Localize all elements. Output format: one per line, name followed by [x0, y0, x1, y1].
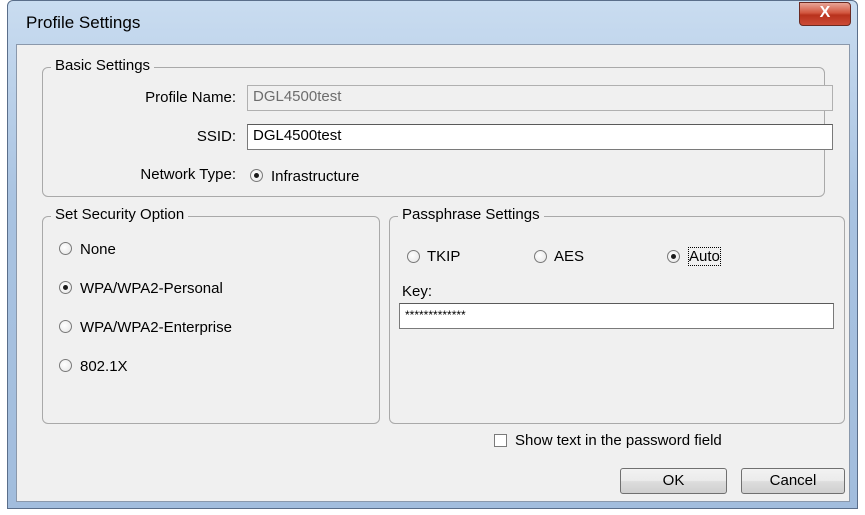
security-wpa-enterprise-radio[interactable]: [59, 320, 72, 333]
cipher-tkip-label: TKIP: [427, 248, 461, 265]
cipher-aes-radio[interactable]: [534, 250, 547, 263]
security-option-legend: Set Security Option: [51, 206, 189, 223]
security-wpa-enterprise-label: WPA/WPA2-Enterprise: [80, 319, 232, 336]
window-title: Profile Settings: [26, 13, 141, 32]
cancel-button[interactable]: Cancel: [741, 468, 845, 494]
profile-name-field: DGL4500test: [247, 85, 833, 111]
network-type-label: Network Type:: [140, 166, 236, 183]
security-8021x-radio[interactable]: [59, 359, 72, 372]
show-text-checkbox[interactable]: [494, 434, 507, 447]
basic-settings-legend: Basic Settings: [51, 57, 155, 74]
infrastructure-label: Infrastructure: [271, 168, 360, 185]
profile-name-label: Profile Name:: [145, 89, 236, 106]
infrastructure-radio[interactable]: [250, 169, 263, 182]
cipher-auto-radio[interactable]: [667, 250, 680, 263]
title-bar[interactable]: Profile Settings X: [8, 1, 857, 45]
key-label: Key:: [402, 283, 433, 300]
security-wpa-personal-label: WPA/WPA2-Personal: [80, 280, 223, 297]
ok-button[interactable]: OK: [620, 468, 727, 494]
ssid-label: SSID:: [196, 128, 236, 145]
security-none-label: None: [80, 241, 116, 258]
passphrase-settings-legend: Passphrase Settings: [398, 206, 544, 223]
cipher-aes-label: AES: [554, 248, 585, 265]
dialog-body: Basic Settings Profile Name: DGL4500test…: [16, 44, 850, 502]
cipher-auto-label: Auto: [688, 247, 721, 266]
close-button[interactable]: X: [799, 2, 851, 26]
security-8021x-label: 802.1X: [80, 358, 128, 375]
profile-settings-window: Profile Settings X Basic Settings Profil…: [7, 0, 858, 509]
close-icon: X: [819, 4, 831, 21]
cipher-tkip-radio[interactable]: [407, 250, 420, 263]
key-password-field[interactable]: *************: [399, 303, 834, 329]
ssid-field[interactable]: DGL4500test: [247, 124, 833, 150]
security-wpa-personal-radio[interactable]: [59, 281, 72, 294]
show-text-label: Show text in the password field: [515, 432, 722, 449]
security-none-radio[interactable]: [59, 242, 72, 255]
